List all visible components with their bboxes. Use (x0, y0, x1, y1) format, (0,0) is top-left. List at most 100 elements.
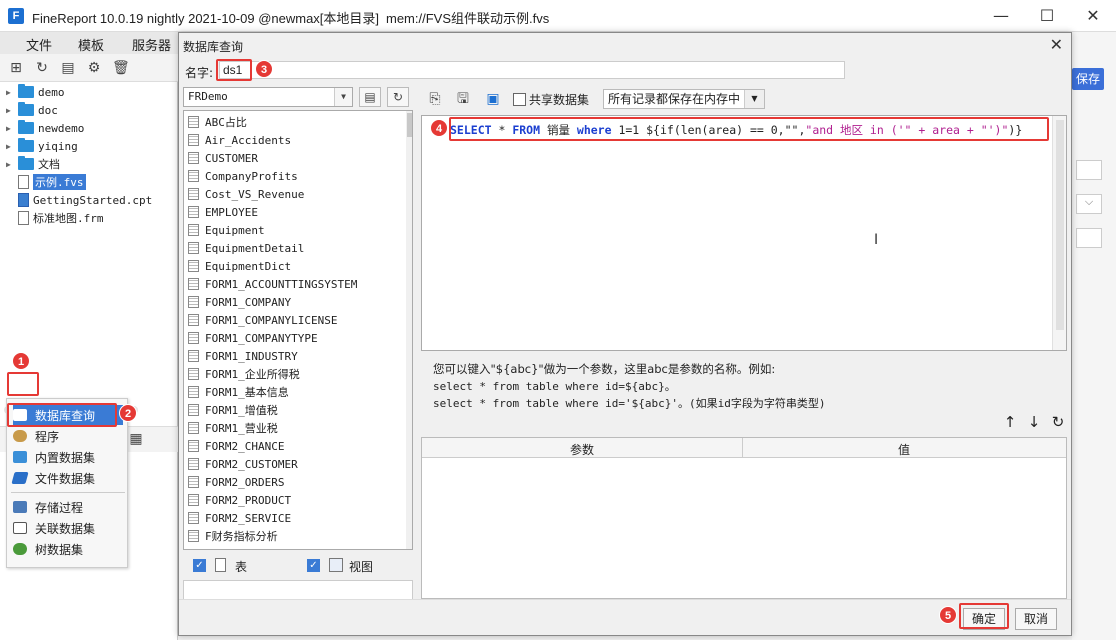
dataset-settings-icon[interactable]: ▦ (128, 431, 144, 447)
chevron-down-icon[interactable]: ▼ (334, 88, 352, 106)
table-list-item[interactable]: FORM1_COMPANY (188, 293, 291, 311)
parameter-table-header: 参数 值 (422, 438, 1066, 458)
table-list-item[interactable]: FORM2_SERVICE (188, 509, 291, 527)
property-field[interactable] (1076, 228, 1102, 248)
table-list-item[interactable]: Equipment (188, 221, 265, 239)
table-list-item[interactable]: FORM1_COMPANYLICENSE (188, 311, 337, 329)
editor-scrollbar[interactable] (1052, 116, 1066, 350)
table-list-item[interactable]: EquipmentDict (188, 257, 291, 275)
menu-server[interactable]: 服务器 (132, 35, 171, 54)
title-bar: F FineReport 10.0.19 nightly 2021-10-09 … (0, 0, 1116, 32)
table-search-input[interactable] (183, 580, 413, 600)
caret-icon[interactable]: ▶ (6, 106, 14, 115)
save-icon[interactable]: 🖫 (455, 91, 471, 107)
table-list-item[interactable]: FORM1_COMPANYTYPE (188, 329, 318, 347)
table-list-item[interactable]: CompanyProfits (188, 167, 298, 185)
tree-item[interactable]: 标准地图.frm (6, 209, 104, 227)
table-list-item[interactable]: FORM1_增值税 (188, 401, 278, 419)
preview-icon[interactable]: ⎘ (427, 91, 443, 107)
table-list-item[interactable]: CUSTOMER (188, 149, 258, 167)
menu-file[interactable]: 文件 (26, 35, 52, 54)
tree-item[interactable]: ▶ demo (6, 83, 65, 101)
minimize-button[interactable]: — (978, 0, 1024, 32)
table-list-item[interactable]: FORM2_PRODUCT (188, 491, 291, 509)
db-query-dialog: 数据库查询 ✕ 名字: ds1 3 FRDemo ▼ ▤ ↻ ABC占比 Air_… (178, 32, 1072, 636)
sql-editor[interactable]: SELECT * FROM 销量 where 1=1 ${if(len(area… (421, 115, 1067, 351)
tree-toolbar: ⊞ ↻ ▤ ⚙ 🗑 (0, 54, 178, 82)
table-list-item[interactable]: FORM2_CUSTOMER (188, 455, 298, 473)
dataset-name-input[interactable]: ds1 (219, 61, 845, 79)
table-icon (188, 422, 199, 434)
dialog-close-icon[interactable]: ✕ (1050, 35, 1063, 54)
db-connection-select[interactable]: FRDemo ▼ (183, 87, 353, 107)
table-list-item[interactable]: F财务指标分析 (188, 527, 278, 545)
menu-item-program[interactable]: 程序 (13, 426, 123, 446)
menu-item-tree-dataset[interactable]: 树数据集 (13, 539, 123, 559)
table-list-item[interactable]: FORM1_营业税 (188, 419, 278, 437)
new-folder-icon[interactable]: ⊞ (8, 60, 24, 76)
scroll-thumb[interactable] (1056, 120, 1064, 330)
refresh-icon[interactable]: ↻ (34, 60, 50, 76)
refresh-icon[interactable]: ↻ (1049, 413, 1067, 431)
share-dataset-checkbox[interactable] (513, 93, 526, 106)
parameter-table: 参数 值 (421, 437, 1067, 599)
settings-icon[interactable]: ⚙ (86, 60, 102, 76)
menu-item-relation-dataset[interactable]: 关联数据集 (13, 518, 123, 538)
table-list-item[interactable]: FORM1_INDUSTRY (188, 347, 298, 365)
view-icon[interactable]: ▤ (60, 60, 76, 76)
close-window-button[interactable]: ✕ (1070, 0, 1116, 32)
tree-item[interactable]: ▶ 文档 (6, 155, 60, 173)
stored-procedure-icon (13, 501, 27, 513)
view-checkbox[interactable]: ✓ (307, 559, 320, 572)
tree-item[interactable]: GettingStarted.cpt (6, 191, 152, 209)
folder-icon (18, 156, 34, 170)
share-dataset-label: 共享数据集 (529, 93, 590, 107)
table-list-item[interactable]: EMPLOYEE (188, 203, 258, 221)
scroll-thumb[interactable] (407, 113, 412, 137)
db-edit-icon[interactable]: ▤ (359, 87, 381, 107)
cancel-button[interactable]: 取消 (1015, 608, 1057, 630)
menu-item-builtin-dataset[interactable]: 内置数据集 (13, 447, 123, 467)
menu-template[interactable]: 模板 (78, 35, 104, 54)
property-dropdown[interactable]: ⌵ (1076, 194, 1102, 214)
menu-item-stored-procedure[interactable]: 存储过程 (13, 497, 123, 517)
sql-builder-icon[interactable]: ▣ (485, 91, 501, 107)
caret-icon[interactable]: ▶ (6, 160, 14, 169)
table-list-item[interactable]: FORM1_基本信息 (188, 383, 289, 401)
table-list-item[interactable]: FORM2_ORDERS (188, 473, 284, 491)
save-button[interactable]: 保存 (1072, 68, 1104, 90)
delete-icon[interactable]: 🗑 (112, 60, 130, 76)
arrow-up-icon[interactable]: ↑ (1001, 413, 1019, 431)
caret-icon[interactable]: ▶ (6, 142, 14, 151)
name-label: 名字: (185, 66, 214, 80)
refresh-icon[interactable]: ↻ (387, 87, 409, 107)
table-icon (215, 558, 226, 572)
table-list-item[interactable]: FORM2_CHANCE (188, 437, 284, 455)
caret-icon[interactable]: ▶ (6, 124, 14, 133)
builtin-dataset-icon (13, 451, 27, 463)
list-scrollbar[interactable] (406, 111, 412, 549)
program-icon (13, 430, 27, 442)
chevron-down-icon[interactable]: ▼ (744, 90, 764, 108)
table-icon (188, 476, 199, 488)
table-icon (188, 314, 199, 326)
memory-mode-select[interactable]: 所有记录都保存在内存中 ▼ (603, 89, 765, 109)
caret-icon[interactable]: ▶ (6, 88, 14, 97)
property-field[interactable] (1076, 160, 1102, 180)
step-badge-3: 3 (255, 60, 273, 78)
tree-item[interactable]: ▶ newdemo (6, 119, 84, 137)
maximize-button[interactable]: ☐ (1024, 0, 1070, 32)
frm-file-icon (18, 211, 29, 225)
tree-item-selected[interactable]: 示例.fvs (6, 173, 86, 191)
arrow-down-icon[interactable]: ↓ (1025, 413, 1043, 431)
table-list-item[interactable]: Cost_VS_Revenue (188, 185, 304, 203)
tree-item[interactable]: ▶ doc (6, 101, 58, 119)
table-list-item[interactable]: ABC占比 (188, 113, 247, 131)
table-checkbox[interactable]: ✓ (193, 559, 206, 572)
table-list-item[interactable]: EquipmentDetail (188, 239, 304, 257)
table-list-item[interactable]: Air_Accidents (188, 131, 291, 149)
table-list-item[interactable]: FORM1_ACCOUNTTINGSYSTEM (188, 275, 357, 293)
tree-item[interactable]: ▶ yiqing (6, 137, 78, 155)
table-list-item[interactable]: FORM1_企业所得税 (188, 365, 300, 383)
menu-item-file-dataset[interactable]: 文件数据集 (11, 468, 123, 488)
